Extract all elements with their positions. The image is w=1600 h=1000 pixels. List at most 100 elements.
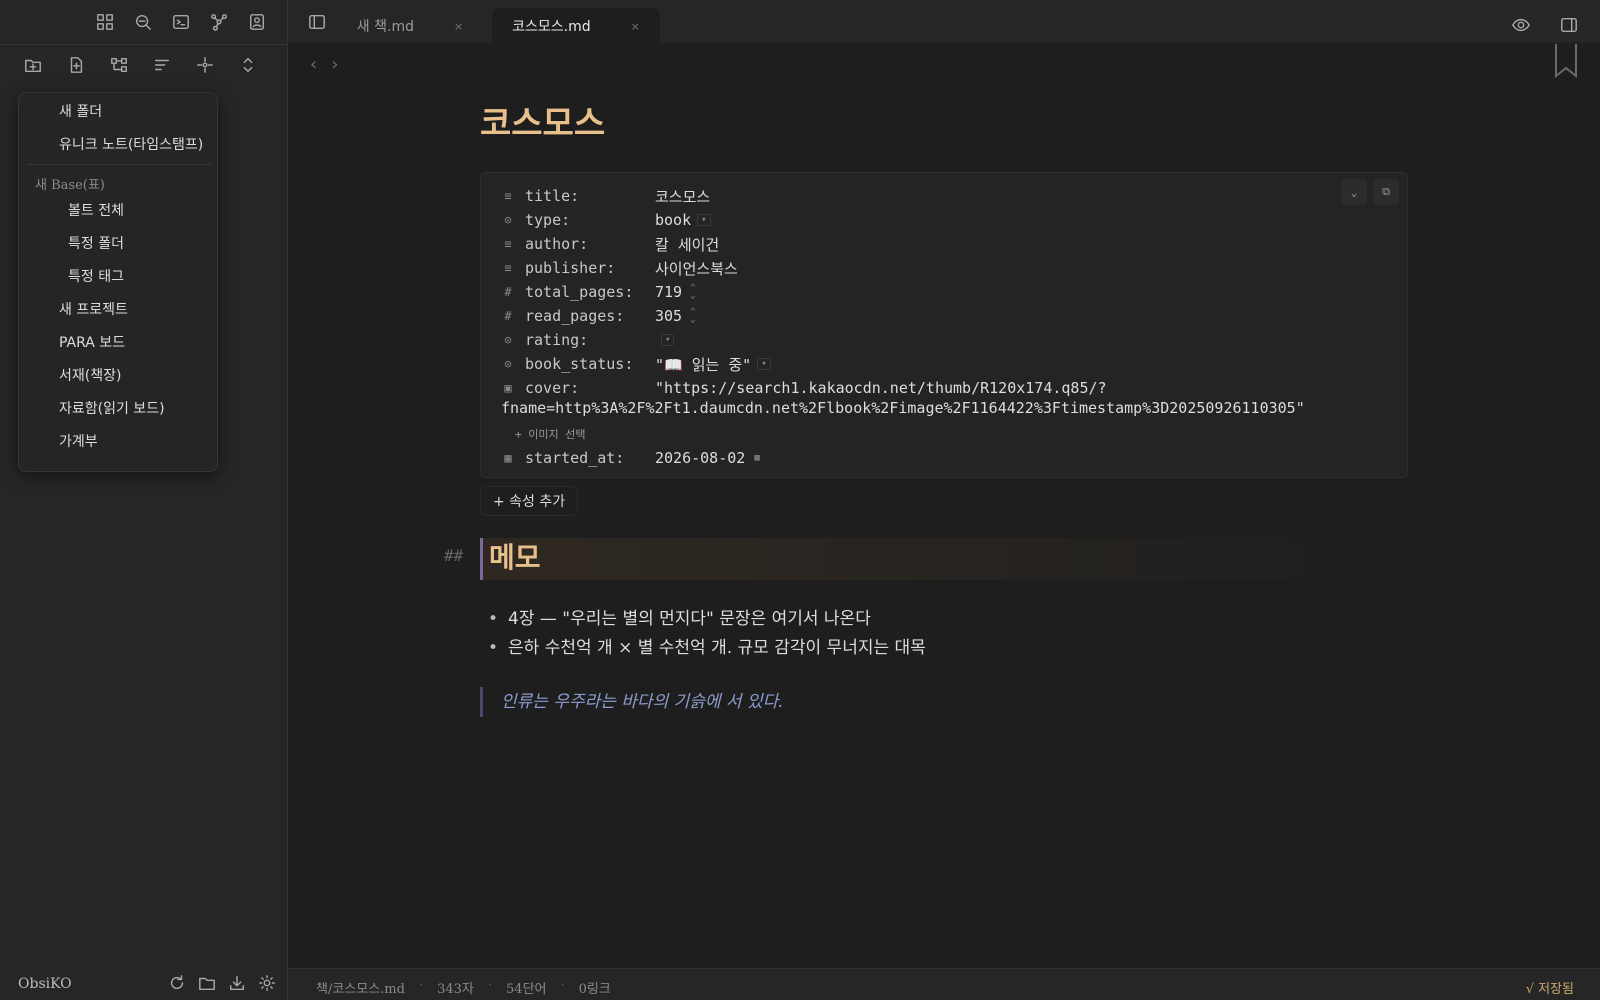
tab-bar: 새 책.md × 코스모스.md × <box>288 0 1600 44</box>
menu-item-base-tag[interactable]: 특정 태그 <box>19 262 217 292</box>
choose-image-button[interactable]: + 이미지 선택 <box>515 426 585 442</box>
back-icon[interactable]: ‹ <box>310 54 317 75</box>
property-key: started_at: <box>525 449 625 467</box>
property-value[interactable]: 305 <box>655 307 682 325</box>
bookmark-icon[interactable] <box>1554 44 1578 78</box>
search-icon[interactable] <box>126 5 160 39</box>
menu-item-para-board[interactable]: PARA 보드 <box>19 328 217 358</box>
property-value[interactable]: 칼 세이건 <box>655 234 719 255</box>
property-value[interactable]: 719 <box>655 283 682 301</box>
property-value[interactable]: 사이언스북스 <box>655 258 738 279</box>
bullet-list: 4장 — "우리는 별의 먼지다" 문장은 여기서 나온다 은하 수천억 개 ×… <box>488 604 926 662</box>
text-icon: ≡ <box>504 261 512 275</box>
download-icon[interactable] <box>224 970 250 996</box>
property-book-status[interactable]: ⊙ book_status: "📖 읽는 중" ▾ <box>501 353 771 375</box>
list-item[interactable]: 은하 수천억 개 × 별 수천억 개. 규모 감각이 무너지는 대목 <box>488 633 926 662</box>
property-value[interactable]: "📖 읽는 중" <box>655 354 751 375</box>
tab-cosmos[interactable]: 코스모스.md × <box>492 8 660 44</box>
separator: · <box>560 978 565 993</box>
separator: · <box>418 978 424 993</box>
property-value-continued[interactable]: fname=http%3A%2F%2Ft1.daumcdn.net%2Flboo… <box>501 399 1305 417</box>
locate-icon[interactable] <box>188 48 222 82</box>
reading-view-icon[interactable] <box>1504 8 1538 42</box>
toggle-right-sidebar-icon[interactable] <box>1552 8 1586 42</box>
terminal-icon[interactable] <box>164 5 198 39</box>
image-icon: ▣ <box>504 381 512 395</box>
chevron-down-icon[interactable]: ⌄ <box>1341 179 1367 205</box>
settings-icon[interactable] <box>254 970 280 996</box>
property-publisher[interactable]: ≡ publisher: 사이언스북스 <box>501 257 738 279</box>
property-rating[interactable]: ⊙ rating: ▾ <box>501 329 675 351</box>
menu-item-base-vault[interactable]: 볼트 전체 <box>19 196 217 226</box>
canvas-icon[interactable] <box>102 48 136 82</box>
sidebar-top-icons <box>0 0 288 44</box>
menu-item-unique-note[interactable]: 유니크 노트(타임스탬프) <box>19 130 217 160</box>
add-property-button[interactable]: + 속성 추가 <box>480 486 579 516</box>
profile-icon[interactable] <box>240 5 274 39</box>
list-icon: ⊙ <box>504 213 512 227</box>
sort-icon[interactable] <box>145 48 179 82</box>
property-key: rating: <box>525 331 589 349</box>
property-total-pages[interactable]: # total_pages: 719 ⌃ ⌄ <box>501 281 695 303</box>
list-icon: ⊙ <box>504 333 512 347</box>
list-icon: ⊙ <box>504 357 512 371</box>
number-icon: # <box>504 285 512 299</box>
calendar-picker-icon[interactable]: ▦ <box>751 453 762 463</box>
property-key: total_pages: <box>525 283 634 301</box>
list-item[interactable]: 4장 — "우리는 별의 먼지다" 문장은 여기서 나온다 <box>488 604 926 633</box>
property-value[interactable]: 코스모스 <box>655 186 710 207</box>
navigation-arrows: ‹ › <box>310 54 338 75</box>
vault-name[interactable]: ObsiKO <box>18 976 72 992</box>
copy-icon[interactable]: ⧉ <box>1373 179 1399 205</box>
property-value[interactable]: 2026-08-02 <box>655 449 745 467</box>
stepper-icon[interactable]: ⌃ ⌄ <box>690 284 695 301</box>
saved-status: √ 저장됨 <box>1525 982 1574 997</box>
separator: · <box>487 978 493 993</box>
sidebar-footer-icons <box>164 970 280 996</box>
property-key: cover: <box>525 379 580 397</box>
menu-item-reading-board[interactable]: 자료함(읽기 보드) <box>19 394 217 424</box>
folder-icon[interactable] <box>194 970 220 996</box>
property-value[interactable]: "https://search1.kakaocdn.net/thumb/R120… <box>655 379 1107 397</box>
link-count: 0링크 <box>578 982 611 997</box>
property-author[interactable]: ≡ author: 칼 세이건 <box>501 233 719 255</box>
property-started-at[interactable]: ▦ started_at: 2026-08-02 ▦ <box>501 447 763 469</box>
refresh-icon[interactable] <box>164 970 190 996</box>
tab-bar-right-controls <box>1504 8 1586 42</box>
stepper-icon[interactable]: ⌃ ⌄ <box>690 308 695 325</box>
blockquote[interactable]: 인류는 우주라는 바다의 기슭에 서 있다. <box>480 687 784 717</box>
new-folder-icon[interactable] <box>16 48 50 82</box>
char-count: 343자 <box>437 982 474 997</box>
property-value[interactable]: book <box>655 211 691 229</box>
new-note-icon[interactable] <box>59 48 93 82</box>
chevron-down-icon[interactable]: ▾ <box>757 358 771 370</box>
sidebar-divider <box>0 44 288 45</box>
property-type[interactable]: ⊙ type: book ▾ <box>501 209 711 231</box>
collapse-icon[interactable] <box>231 48 265 82</box>
status-items: 책/코스모스.md · 343자 · 54단어 · 0링크 <box>316 978 611 997</box>
property-cover[interactable]: ▣ cover: "https://search1.kakaocdn.net/t… <box>501 377 1107 399</box>
menu-item-base-folder[interactable]: 특정 폴더 <box>19 229 217 259</box>
graph-icon[interactable] <box>202 5 236 39</box>
properties-tools: ⌄ ⧉ <box>1341 179 1399 205</box>
menu-item-new-folder[interactable]: 새 폴더 <box>19 97 217 127</box>
menu-item-bookshelf[interactable]: 서재(책장) <box>19 361 217 391</box>
dashboard-icon[interactable] <box>88 5 122 39</box>
menu-item-new-project[interactable]: 새 프로젝트 <box>19 295 217 325</box>
property-read-pages[interactable]: # read_pages: 305 ⌃ ⌄ <box>501 305 695 327</box>
forward-icon[interactable]: › <box>331 54 338 75</box>
close-icon[interactable]: × <box>454 20 463 33</box>
file-path[interactable]: 책/코스모스.md <box>316 978 405 997</box>
close-icon[interactable]: × <box>631 20 640 33</box>
property-key: author: <box>525 235 589 253</box>
chevron-down-icon[interactable]: ▾ <box>661 334 675 346</box>
page-title[interactable]: 코스모스 <box>480 96 605 145</box>
property-title[interactable]: ≡ title: 코스모스 <box>501 185 710 207</box>
menu-item-ledger[interactable]: 가계부 <box>19 427 217 457</box>
menu-divider <box>27 164 211 165</box>
word-count: 54단어 <box>506 982 547 997</box>
chevron-down-icon[interactable]: ▾ <box>697 214 711 226</box>
calendar-icon: ▦ <box>504 451 512 465</box>
tab-new-book[interactable]: 새 책.md × <box>326 8 494 44</box>
heading-memo[interactable]: 메모 <box>480 538 1420 580</box>
